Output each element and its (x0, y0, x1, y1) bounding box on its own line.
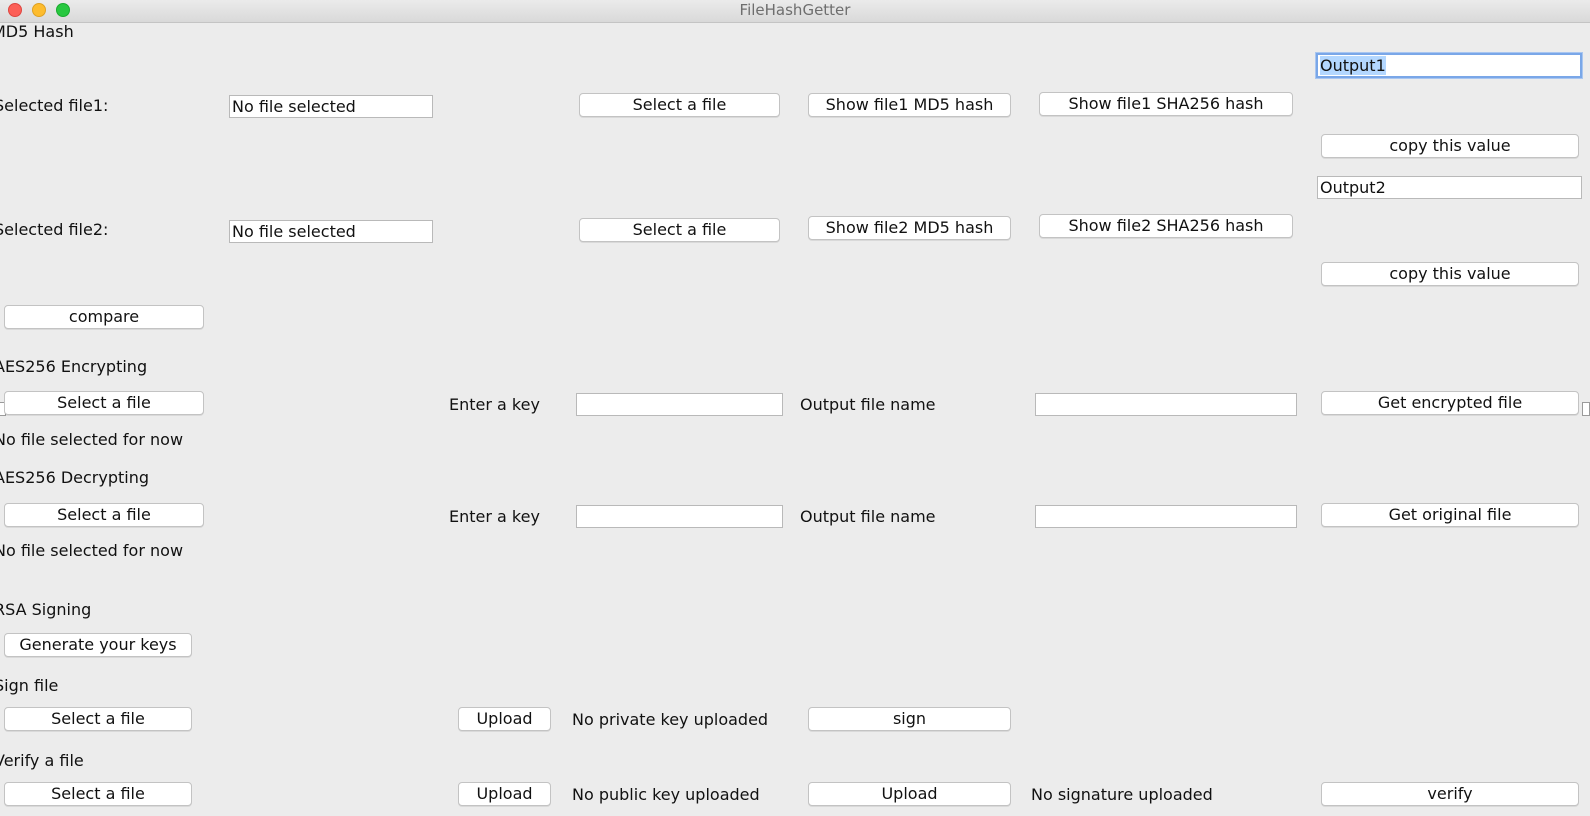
verify-button[interactable]: verify (1321, 782, 1579, 806)
right-resize-handle[interactable] (1582, 402, 1590, 416)
show-file2-md5-button[interactable]: Show file2 MD5 hash (808, 216, 1011, 240)
output1-value: Output1 (1320, 56, 1386, 75)
selected-file1-label: Selected file1: (0, 96, 109, 115)
select-file1-button[interactable]: Select a file (579, 93, 780, 117)
aes-decrypt-output-name-label: Output file name (800, 507, 936, 526)
aes-decrypt-key-label: Enter a key (449, 507, 540, 526)
sign-select-file-button[interactable]: Select a file (4, 707, 192, 731)
show-file1-sha256-button[interactable]: Show file1 SHA256 hash (1039, 92, 1293, 116)
generate-keys-button[interactable]: Generate your keys (4, 633, 192, 657)
aes-decrypt-output-name-input[interactable] (1035, 505, 1297, 528)
aes-encrypt-output-name-label: Output file name (800, 395, 936, 414)
aes-decrypt-key-input[interactable] (576, 505, 783, 528)
window-title: FileHashGetter (739, 1, 851, 19)
window-titlebar[interactable]: FileHashGetter (0, 0, 1590, 23)
aes-decrypt-select-file-button[interactable]: Select a file (4, 503, 204, 527)
upload-private-key-button[interactable]: Upload (458, 707, 551, 731)
verify-file-section-title: Verify a file (0, 751, 84, 770)
get-encrypted-file-button[interactable]: Get encrypted file (1321, 391, 1579, 415)
public-key-status: No public key uploaded (572, 785, 760, 804)
compare-button[interactable]: compare (4, 305, 204, 329)
get-original-file-button[interactable]: Get original file (1321, 503, 1579, 527)
aes-decrypt-status: No file selected for now (0, 541, 184, 560)
show-file2-sha256-button[interactable]: Show file2 SHA256 hash (1039, 214, 1293, 238)
aes-encrypt-key-input[interactable] (576, 393, 783, 416)
verify-select-file-button[interactable]: Select a file (4, 782, 192, 806)
copy-output1-button[interactable]: copy this value (1321, 134, 1579, 158)
aes-encrypt-output-name-input[interactable] (1035, 393, 1297, 416)
sign-button[interactable]: sign (808, 707, 1011, 731)
show-file1-md5-button[interactable]: Show file1 MD5 hash (808, 93, 1011, 117)
aes-encrypt-section-title: AES256 Encrypting (0, 357, 148, 376)
sign-file-section-title: Sign file (0, 676, 59, 695)
aes-encrypt-status: No file selected for now (0, 430, 184, 449)
output2-field[interactable]: Output2 (1317, 176, 1582, 199)
selected-file2-label: Selected file2: (0, 220, 109, 239)
upload-signature-button[interactable]: Upload (808, 782, 1011, 806)
select-file2-button[interactable]: Select a file (579, 218, 780, 242)
md5-section-title: MD5 Hash (0, 22, 74, 41)
aes-decrypt-section-title: AES256 Decrypting (0, 468, 150, 487)
file2-path-field: No file selected (229, 220, 433, 243)
output1-field[interactable]: Output1 (1316, 53, 1582, 78)
upload-public-key-button[interactable]: Upload (458, 782, 551, 806)
aes-encrypt-select-file-button[interactable]: Select a file (4, 391, 204, 415)
aes-encrypt-key-label: Enter a key (449, 395, 540, 414)
signature-status: No signature uploaded (1031, 785, 1213, 804)
rsa-section-title: RSA Signing (0, 600, 92, 619)
private-key-status: No private key uploaded (572, 710, 769, 729)
copy-output2-button[interactable]: copy this value (1321, 262, 1579, 286)
file1-path-field: No file selected (229, 95, 433, 118)
